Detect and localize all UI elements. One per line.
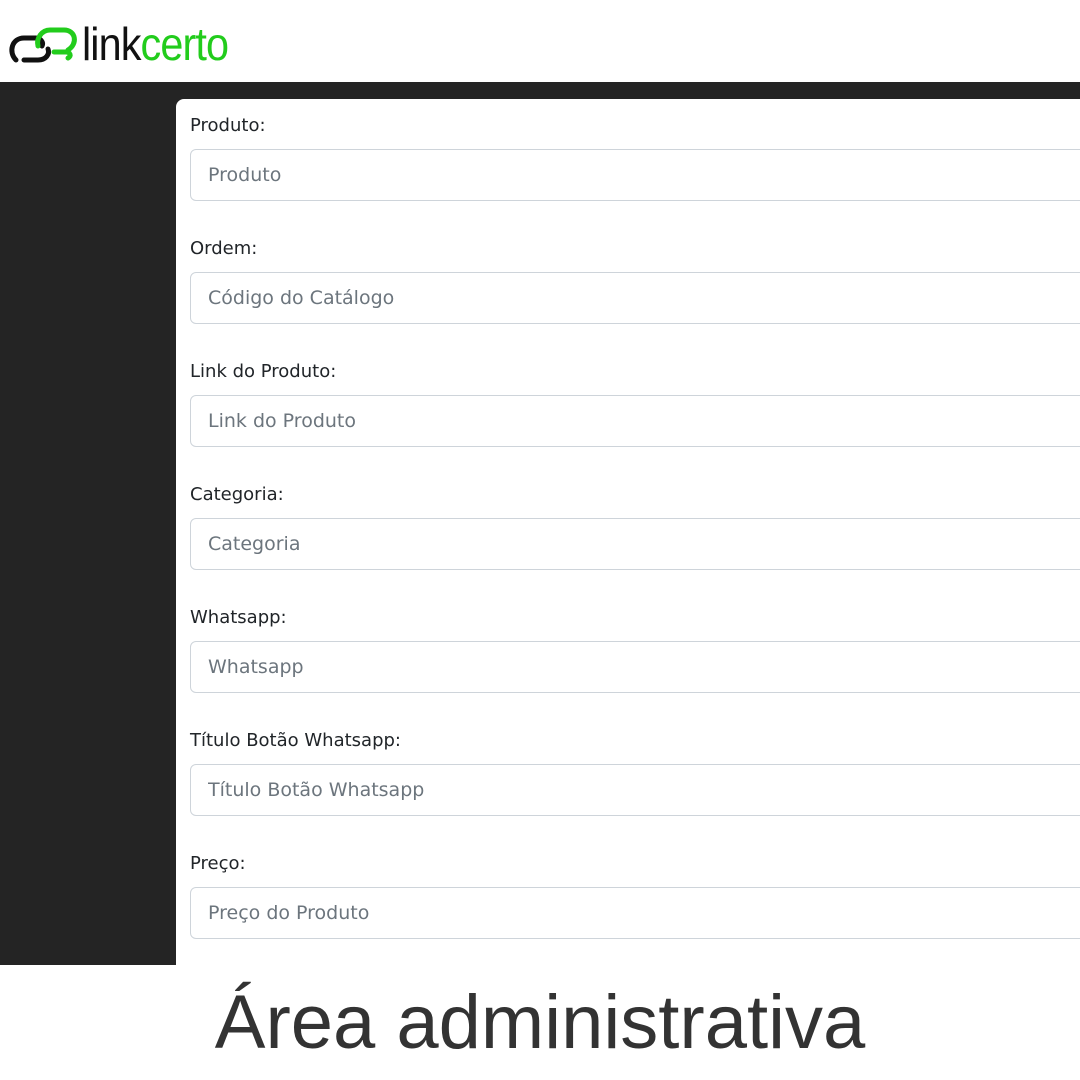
logo-text-certo: certo — [140, 18, 229, 70]
link-produto-input[interactable] — [190, 395, 1080, 447]
preco-input[interactable] — [190, 887, 1080, 939]
admin-panel-background: Produto: Ordem: Link do Produto: Categor… — [0, 82, 1080, 965]
header: linkcerto — [0, 0, 1080, 82]
field-label-preco: Preço: — [190, 853, 246, 874]
field-label-titulo-botao-whatsapp: Título Botão Whatsapp: — [190, 730, 401, 751]
produto-input[interactable] — [190, 149, 1080, 201]
field-group-ordem: Ordem: — [190, 238, 1080, 361]
field-group-link-produto: Link do Produto: — [190, 361, 1080, 484]
logo-text-link: link — [82, 18, 141, 70]
field-label-ordem: Ordem: — [190, 238, 258, 259]
whatsapp-input[interactable] — [190, 641, 1080, 693]
field-group-preco: Preço: — [190, 853, 1080, 965]
field-group-titulo-botao-whatsapp: Título Botão Whatsapp: — [190, 730, 1080, 853]
field-label-produto: Produto: — [190, 115, 266, 136]
logo[interactable]: linkcerto — [8, 14, 244, 74]
page: linkcerto Produto: Ordem: Link do Produt… — [0, 0, 1080, 1080]
field-group-categoria: Categoria: — [190, 484, 1080, 607]
product-form: Produto: Ordem: Link do Produto: Categor… — [176, 99, 1080, 965]
field-label-whatsapp: Whatsapp: — [190, 607, 287, 628]
field-label-link-produto: Link do Produto: — [190, 361, 337, 382]
titulo-botao-whatsapp-input[interactable] — [190, 764, 1080, 816]
field-label-categoria: Categoria: — [190, 484, 284, 505]
chain-link-icon — [9, 27, 77, 63]
logo-text: linkcerto — [82, 18, 229, 70]
field-group-whatsapp: Whatsapp: — [190, 607, 1080, 730]
categoria-input[interactable] — [190, 518, 1080, 570]
caption-title: Área administrativa — [214, 980, 866, 1065]
field-group-produto: Produto: — [190, 115, 1080, 238]
ordem-input[interactable] — [190, 272, 1080, 324]
